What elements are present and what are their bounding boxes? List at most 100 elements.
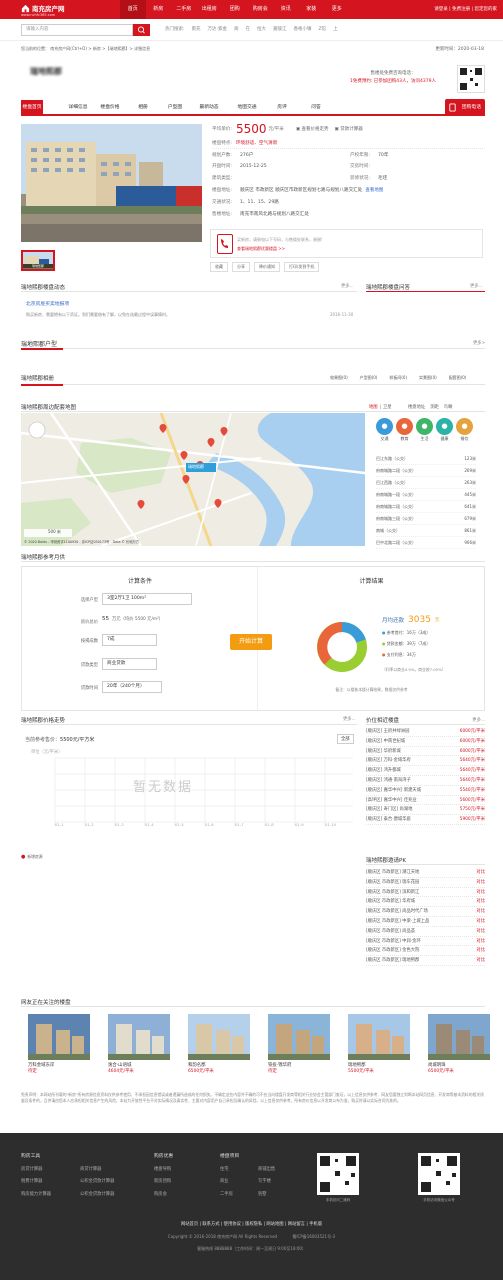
pk-name[interactable]: [顺庆区 市政新区] 华府城 [366, 897, 415, 906]
album-category[interactable]: 户型图(0) [360, 375, 378, 381]
watch-card[interactable]: 万科金域东岸 待定 [28, 1014, 90, 1074]
search-input[interactable]: 请输入内容 [21, 24, 133, 36]
tab-7[interactable]: 房评 [269, 100, 295, 116]
watch-card[interactable]: 瑞地熙郡 5500元/平米 [348, 1014, 410, 1074]
footer-link[interactable]: 房贷计算器 [21, 1164, 51, 1177]
footer-link[interactable]: 别墅 [258, 1189, 275, 1202]
similar-item[interactable]: [顺庆区] 寿门区] 尚湖地 5750元/平米 [366, 805, 485, 816]
house-select[interactable]: 3室2厅1卫 100m² [102, 593, 192, 605]
pk-name[interactable]: [顺庆区 市政新区] 尚品荟 [366, 927, 415, 936]
footer-link[interactable]: 公积金贷款计算器 [80, 1176, 114, 1189]
site-logo[interactable]: 南充房产网 www.nchfc365.com [21, 3, 65, 17]
years-select[interactable]: 20年（240个月） [102, 681, 162, 693]
footer-link[interactable]: 二手房 [220, 1189, 239, 1202]
pk-name[interactable]: [顺庆区 市政新区] 中润·金环 [366, 937, 421, 946]
nav-item-3[interactable]: 出租房 [197, 0, 223, 19]
watch-card[interactable]: 逸合·山语城 4604元/平米 [108, 1014, 170, 1074]
pk-compare-button[interactable]: 对比 [476, 878, 485, 887]
tab-3[interactable]: 相册 [129, 100, 157, 116]
trend-more[interactable]: 更多... [343, 716, 356, 722]
nav-item-0[interactable]: 首页 [120, 0, 146, 19]
album-category[interactable]: 实景图(0) [419, 375, 437, 381]
hot-search-item[interactable]: Z馆 [318, 25, 326, 35]
map-opt-measure[interactable]: 测距 [430, 404, 439, 410]
qa-more[interactable]: 更多... [470, 283, 483, 289]
price-trend-link[interactable]: ▣ 查看价格走势 [296, 126, 329, 132]
loan-select[interactable]: 商业贷款 [102, 658, 157, 670]
album-category[interactable]: 效果图(0) [330, 375, 348, 381]
pk-compare-button[interactable]: 对比 [476, 907, 485, 916]
watch-card[interactable]: 尚城明珠 6500元/平米 [428, 1014, 490, 1074]
footer-link[interactable]: 商业 [220, 1176, 239, 1189]
similar-item[interactable]: [顺庆区] 中南世纪城 6000元/平米 [366, 737, 485, 747]
pk-compare-button[interactable]: 对比 [476, 868, 485, 877]
map-opt-birdview[interactable]: 鸟瞰 [444, 404, 453, 410]
footer-link[interactable]: 商铺出售 [258, 1164, 275, 1177]
similar-item[interactable]: [顺庆区] 嘉华中兴] 新建天城 5540元/平米 [366, 786, 485, 796]
hot-search-item[interactable]: 香格小镇 [293, 25, 311, 35]
tab-5[interactable]: 最新动态 [193, 100, 225, 116]
nav-item-8[interactable]: 更多 [324, 0, 350, 19]
pk-compare-button[interactable]: 对比 [476, 897, 485, 906]
pk-compare-button[interactable]: 对比 [476, 917, 485, 926]
tab-0[interactable]: 楼盘首页 [21, 100, 43, 116]
map-marker-label[interactable]: 瑞地熙郡 [188, 464, 204, 470]
similar-item[interactable]: [顺庆区] 王府井绿洲园 6000元/平米 [366, 727, 485, 737]
down-select[interactable]: 7成 [102, 634, 157, 646]
poi-category[interactable]: ● 生活 [416, 418, 433, 442]
hot-search-item[interactable]: 阆 [234, 25, 239, 35]
action-button[interactable]: 打印/发到手机 [284, 262, 320, 272]
nav-item-6[interactable]: 资讯 [273, 0, 299, 19]
action-button[interactable]: 收藏 [210, 262, 228, 272]
pk-compare-button[interactable]: 对比 [476, 956, 485, 965]
poi-item[interactable]: 府南城路一段（公交） 445米 [376, 489, 476, 501]
user-links[interactable]: 请登录 | 免费注册 | 您定您的家 [434, 0, 497, 19]
poi-category[interactable]: ● 餐饮 [456, 418, 473, 442]
poi-category[interactable]: ● 教育 [396, 418, 413, 442]
poi-item[interactable]: 巴江西路（公交） 263米 [376, 477, 476, 489]
nav-item-7[interactable]: 家装 [299, 0, 325, 19]
poi-category[interactable]: ● 交通 [376, 418, 393, 442]
pk-compare-button[interactable]: 对比 [476, 946, 485, 955]
pk-name[interactable]: [顺庆区 市政新区] 瑞地熙郡 [366, 956, 419, 965]
pk-name[interactable]: [顺庆区 市政新区] 潮江天地 [366, 868, 419, 877]
pk-name[interactable]: [顺庆区 市政新区] 瑞车花园 [366, 878, 419, 887]
poi-category[interactable]: ● 健康 [436, 418, 453, 442]
tab-8[interactable]: 问答 [303, 100, 329, 116]
photo-thumbnail[interactable]: 瑞地熙郡 [21, 250, 55, 271]
view-map-link[interactable]: 查看地图 [365, 187, 383, 193]
footer-link[interactable]: 新房团购 [154, 1176, 173, 1189]
footer-link[interactable]: 购房能力计算器 [21, 1189, 51, 1202]
tab-1[interactable]: 详细信息 [63, 100, 93, 116]
map-mode-satellite[interactable]: 卫星 [383, 404, 392, 410]
poi-item[interactable]: 巴江东路（公交） 123米 [376, 453, 476, 465]
call-link[interactable]: 查看瑞地熙郡优惠楼盘 >> [237, 246, 285, 252]
pk-compare-button[interactable]: 对比 [476, 937, 485, 946]
tab-6[interactable]: 地图交通 [229, 100, 265, 116]
poi-item[interactable]: 府南城路三段（公交） 679米 [376, 513, 476, 525]
poi-item[interactable]: 南城（公交） 861米 [376, 525, 476, 537]
hot-search-item[interactable]: 万达·紫金 [208, 25, 227, 35]
news-title[interactable]: 北京房屋买卖地报项 [26, 300, 69, 307]
hot-search-item[interactable]: 恒大 [257, 25, 266, 35]
loan-calc-link[interactable]: ▣ 贷款计算器 [335, 126, 363, 132]
footer-link[interactable]: 购房会 [154, 1189, 173, 1202]
tab-2[interactable]: 楼盘价格 [95, 100, 125, 116]
nav-item-1[interactable]: 新房 [146, 0, 172, 19]
dyn-more[interactable]: 更多... [341, 283, 354, 289]
surrounding-map[interactable]: 瑞地熙郡 500 米 © 2020 Baidu - 甲测资字1100930 - … [21, 413, 365, 546]
similar-item[interactable]: [顺庆区] 华府新城 6000元/平米 [366, 747, 485, 757]
building-photo[interactable] [21, 124, 202, 242]
pk-compare-button[interactable]: 对比 [476, 927, 485, 936]
total-field[interactable]: 55 万元（均价 5500 元/m²） [102, 616, 163, 622]
album-category[interactable]: 样板间(0) [389, 375, 407, 381]
similar-item[interactable]: [顺庆区] 万科·金域华府 5640元/平米 [366, 756, 485, 767]
footer-link[interactable]: 住宅 [220, 1164, 239, 1177]
album-category[interactable]: 配套图(0) [449, 375, 467, 381]
pk-name[interactable]: [顺庆区 市政新区] 金色大院 [366, 946, 419, 955]
trend-all-button[interactable]: 全部 [337, 734, 354, 744]
map-mode-map[interactable]: 地图 [369, 404, 378, 410]
pk-compare-button[interactable]: 对比 [476, 888, 485, 897]
similar-item[interactable]: [高坪区] 嘉华中兴] 佳兆业 5600元/平米 [366, 796, 485, 806]
poi-item[interactable]: 府南城路二段（公交） 269米 [376, 465, 476, 477]
